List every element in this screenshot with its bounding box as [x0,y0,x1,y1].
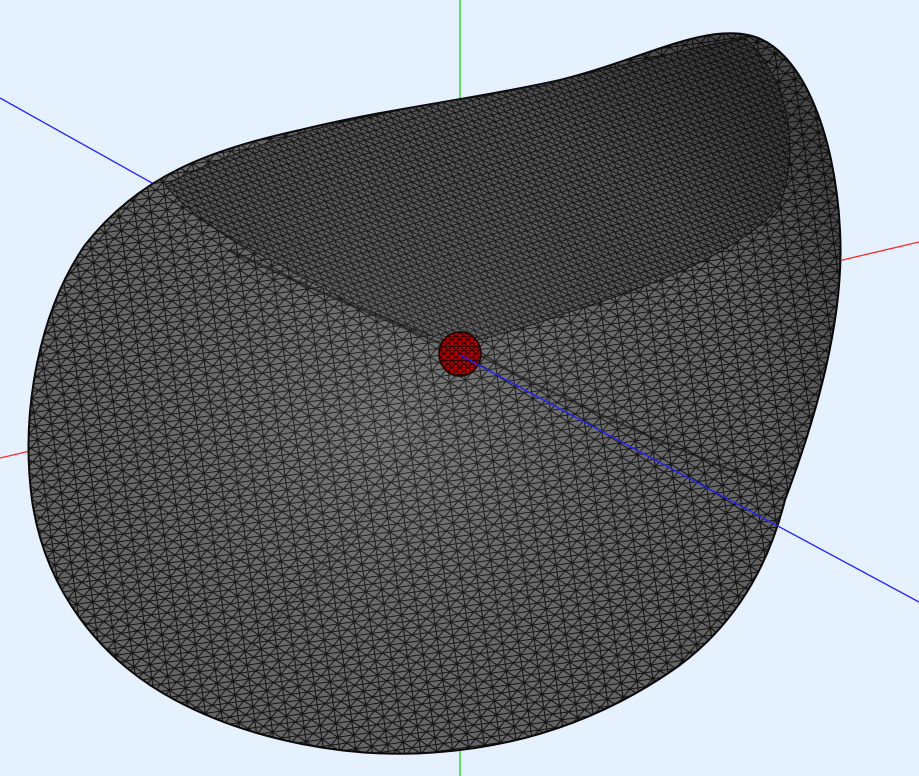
mesh-shading [28,33,841,754]
mesh-scene [0,0,919,776]
selected-elements-highlight[interactable] [438,331,482,377]
3d-viewport[interactable] [0,0,919,776]
